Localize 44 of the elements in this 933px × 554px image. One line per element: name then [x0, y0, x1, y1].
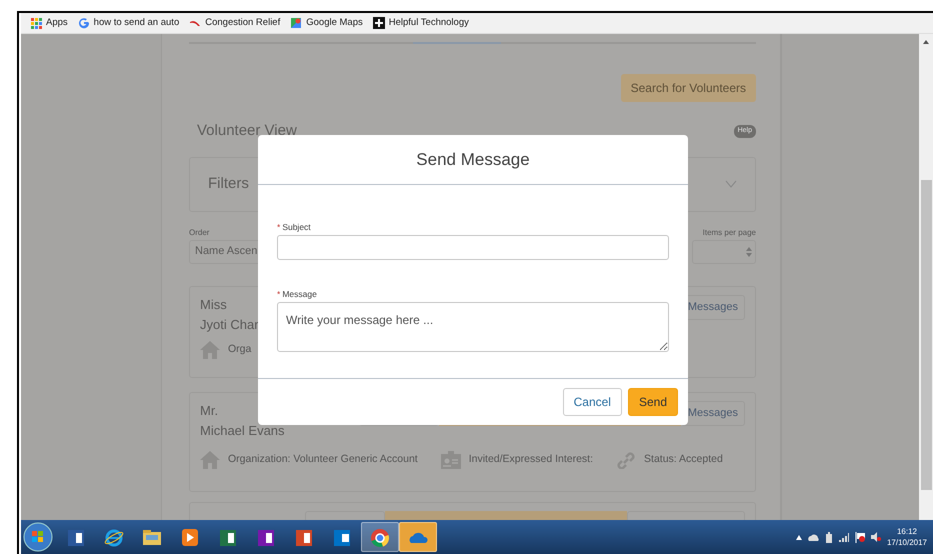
battery-icon[interactable]	[824, 532, 833, 542]
clock-time: 16:12	[896, 526, 918, 537]
detail-text: Invited/Expressed Interest:	[468, 452, 594, 467]
google-g-icon[interactable]	[78, 17, 90, 29]
start-orb-icon[interactable]	[23, 522, 53, 552]
link-icon	[616, 450, 636, 468]
detail-text: Organization: Volunteer Generic Account	[228, 452, 418, 467]
subject-field[interactable]	[277, 234, 669, 260]
filters-label: Filters	[208, 174, 249, 194]
flag-icon[interactable]	[854, 532, 865, 542]
order-label: Order	[189, 226, 210, 238]
browser-app-icon[interactable]	[370, 526, 390, 548]
house-icon	[200, 450, 220, 468]
items-per-page-label: Items per page	[702, 226, 756, 238]
cloud-icon[interactable]	[808, 533, 819, 541]
dialog-title: Send Message	[258, 135, 688, 185]
clock-date: 17/10/2017	[886, 537, 927, 548]
bookmark-link[interactable]: Congestion Relief	[205, 16, 280, 30]
cancel-button[interactable]: Cancel	[562, 388, 622, 416]
house-icon	[200, 340, 220, 358]
field-label: Subject	[282, 221, 311, 234]
volunteer-name[interactable]: Miss Jyoti Char	[200, 294, 259, 334]
globe-e-icon[interactable]	[104, 526, 124, 548]
required-mark: *	[277, 288, 280, 300]
scrollbar[interactable]	[919, 34, 933, 520]
signal-icon[interactable]	[838, 532, 849, 542]
tray-up-icon[interactable]	[796, 534, 802, 540]
play-app-icon[interactable]	[180, 526, 200, 548]
field-label: Message	[282, 288, 317, 300]
volume-icon[interactable]	[870, 532, 881, 542]
send-button[interactable]: Send	[628, 388, 678, 416]
bookmark-link[interactable]: how to send an auto	[94, 16, 180, 30]
id-card-icon	[440, 450, 461, 468]
bookmark-link[interactable]: Google Maps	[306, 16, 363, 30]
plus-icon[interactable]	[372, 17, 385, 29]
map-pin-icon[interactable]	[290, 17, 302, 29]
required-mark: *	[277, 221, 280, 234]
message-field[interactable]: Write your message here ...	[277, 302, 669, 352]
bookmark-link[interactable]: Helpful Technology	[388, 16, 469, 30]
detail-text: Orga	[228, 342, 252, 357]
bookmark-link[interactable]: Apps	[46, 16, 68, 30]
detail-text: Status: Accepted	[644, 452, 723, 467]
search-volunteers-button[interactable]: Search for Volunteers	[620, 74, 756, 102]
apps-grid-icon[interactable]	[30, 17, 42, 29]
